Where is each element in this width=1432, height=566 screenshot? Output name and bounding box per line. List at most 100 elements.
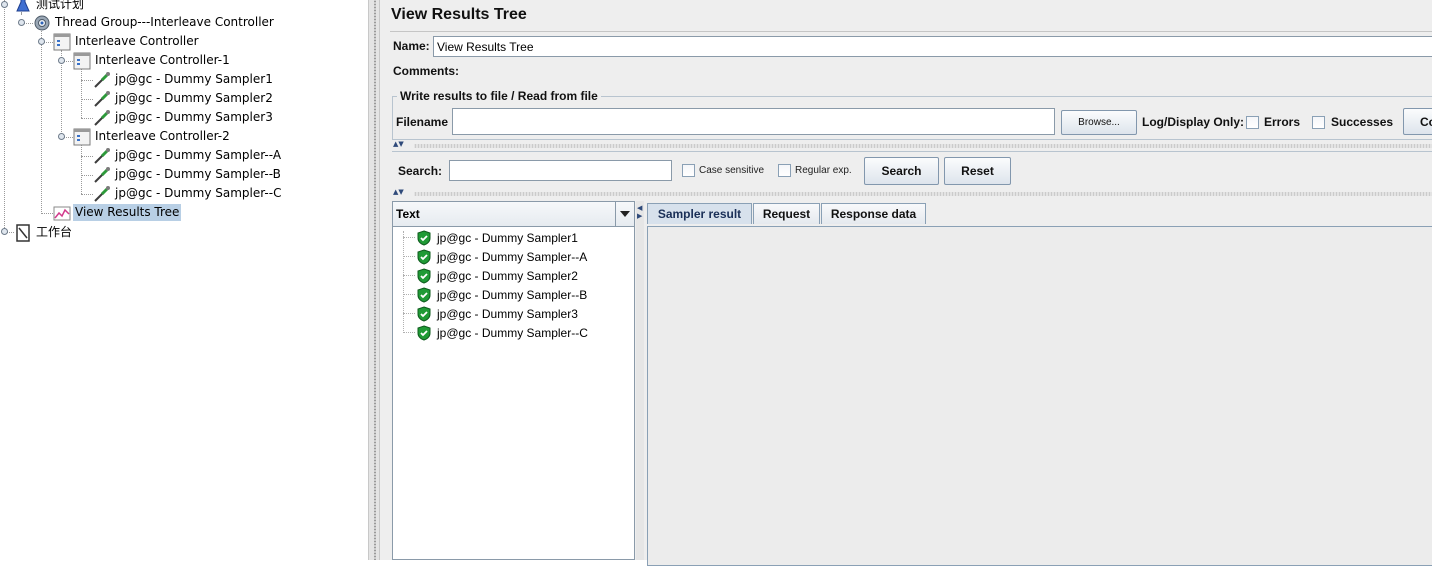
filename-field[interactable] [452, 108, 1055, 135]
tree-node-sampler[interactable]: jp@gc - Dummy Sampler1 [93, 70, 275, 89]
success-shield-check-icon [416, 324, 432, 341]
result-item[interactable]: jp@gc - Dummy Sampler1 [403, 228, 578, 247]
tree-node-label: Interleave Controller-1 [95, 53, 230, 67]
chevron-down-icon[interactable] [615, 202, 634, 226]
tree-node-sampler[interactable]: jp@gc - Dummy Sampler--B [93, 165, 283, 184]
result-item[interactable]: jp@gc - Dummy Sampler3 [403, 304, 578, 323]
tree-connector [41, 31, 42, 212]
case-sensitive-label: Case sensitive [699, 165, 765, 176]
result-item[interactable]: jp@gc - Dummy Sampler2 [403, 266, 578, 285]
split-divider[interactable] [414, 192, 1432, 196]
regular-exp-label: Regular exp. [795, 165, 852, 176]
tree-node-workbench[interactable]: 工作台 [14, 223, 74, 242]
success-shield-check-icon [416, 286, 432, 303]
tree-node-view-results-tree[interactable]: View Results Tree [53, 203, 182, 222]
logic-controller-icon [53, 33, 71, 51]
success-shield-check-icon [416, 229, 432, 246]
split-divider[interactable] [414, 144, 1432, 148]
collapse-arrows-icon[interactable]: ◀ ▶ [637, 204, 642, 220]
result-item-label: jp@gc - Dummy Sampler1 [437, 230, 578, 245]
tree-node-label: jp@gc - Dummy Sampler--C [115, 186, 282, 200]
renderer-select[interactable]: Text [393, 202, 634, 227]
view-results-tree-panel: View Results Tree Name: View Results Tre… [380, 0, 1432, 566]
split-pane-divider[interactable] [368, 0, 380, 560]
expand-toggle[interactable] [38, 38, 45, 45]
file-group-title: Write results to file / Read from file [397, 89, 601, 103]
configure-button[interactable]: Co [1403, 108, 1432, 135]
tree-node-label: 工作台 [36, 225, 73, 239]
tree-connector [81, 156, 93, 157]
results-split-divider[interactable]: ◀ ▶ [636, 201, 644, 560]
successes-label: Successes [1331, 115, 1394, 129]
tree-node-label: jp@gc - Dummy Sampler1 [115, 72, 273, 86]
tree-node-interleave-controller-2[interactable]: Interleave Controller-2 [73, 127, 232, 146]
tree-node-sampler[interactable]: jp@gc - Dummy Sampler--C [93, 184, 283, 203]
tab-sampler-result[interactable]: Sampler result [647, 203, 752, 224]
tree-node-label: jp@gc - Dummy Sampler--A [115, 148, 282, 162]
collapse-arrows-icon[interactable]: ▲▼ [393, 189, 404, 196]
tab-request[interactable]: Request [753, 203, 820, 224]
result-item[interactable]: jp@gc - Dummy Sampler--C [403, 323, 588, 342]
result-item[interactable]: jp@gc - Dummy Sampler--A [403, 247, 587, 266]
tree-node-sampler[interactable]: jp@gc - Dummy Sampler2 [93, 89, 275, 108]
tree-connector [81, 80, 93, 81]
name-field[interactable]: View Results Tree [433, 36, 1432, 57]
panel-title: View Results Tree [391, 6, 527, 23]
results-tree[interactable]: Text jp@gc - Dummy Sampler1 jp@gc - Dumm… [392, 201, 635, 560]
tree-connector [81, 69, 82, 118]
tree-node-label: Interleave Controller-2 [95, 129, 230, 143]
tree-node-test-plan[interactable]: 测试计划 [14, 0, 86, 14]
sampler-pipette-icon [93, 147, 111, 165]
tree-node-sampler[interactable]: jp@gc - Dummy Sampler--A [93, 146, 283, 165]
errors-checkbox[interactable] [1246, 116, 1259, 129]
sampler-pipette-icon [93, 166, 111, 184]
success-shield-check-icon [416, 267, 432, 284]
sampler-pipette-icon [93, 185, 111, 203]
result-item-label: jp@gc - Dummy Sampler2 [437, 268, 578, 283]
sampler-result-content [647, 226, 1432, 566]
reset-button[interactable]: Reset [944, 157, 1011, 185]
filename-label: Filename [396, 115, 449, 129]
tree-connector [41, 213, 53, 214]
test-plan-tree[interactable]: 测试计划 Thread Group---Interleave Controlle… [0, 0, 368, 560]
expand-toggle[interactable] [1, 1, 8, 8]
expand-toggle[interactable] [1, 228, 8, 235]
case-sensitive-checkbox[interactable] [682, 164, 695, 177]
result-item-label: jp@gc - Dummy Sampler--A [437, 249, 588, 264]
tree-node-sampler[interactable]: jp@gc - Dummy Sampler3 [93, 108, 275, 127]
regular-exp-checkbox[interactable] [778, 164, 791, 177]
tree-node-label: Interleave Controller [75, 34, 199, 48]
tree-node-interleave-controller-1[interactable]: Interleave Controller-1 [73, 51, 232, 70]
tree-node-thread-group[interactable]: Thread Group---Interleave Controller [33, 13, 276, 32]
tab-response-data[interactable]: Response data [821, 203, 926, 224]
test-plan-icon [14, 0, 32, 14]
browse-button[interactable]: Browse... [1061, 110, 1137, 135]
sampler-pipette-icon [93, 109, 111, 127]
tree-connector [403, 237, 415, 238]
result-item[interactable]: jp@gc - Dummy Sampler--B [403, 285, 587, 304]
search-label: Search: [398, 164, 443, 178]
thread-group-gear-icon [33, 14, 51, 32]
tree-connector [403, 313, 415, 314]
tree-node-interleave-controller[interactable]: Interleave Controller [53, 32, 201, 51]
tree-connector [81, 118, 93, 119]
successes-checkbox[interactable] [1312, 116, 1325, 129]
result-item-label: jp@gc - Dummy Sampler--B [437, 287, 588, 302]
success-shield-check-icon [416, 248, 432, 265]
search-button[interactable]: Search [864, 157, 939, 185]
sampler-pipette-icon [93, 71, 111, 89]
renderer-selected-value: Text [396, 207, 420, 221]
tree-connector [4, 0, 5, 232]
divider [390, 31, 1432, 32]
collapse-arrows-icon[interactable]: ▲▼ [393, 141, 404, 148]
errors-label: Errors [1264, 115, 1301, 129]
name-label: Name: [393, 39, 430, 53]
result-item-label: jp@gc - Dummy Sampler--C [437, 325, 588, 340]
tree-connector [403, 256, 415, 257]
expand-toggle[interactable] [58, 133, 65, 140]
expand-toggle[interactable] [58, 57, 65, 64]
tree-connector [403, 275, 415, 276]
search-input[interactable] [449, 160, 672, 181]
tree-node-label: jp@gc - Dummy Sampler3 [115, 110, 273, 124]
expand-toggle[interactable] [18, 19, 25, 26]
